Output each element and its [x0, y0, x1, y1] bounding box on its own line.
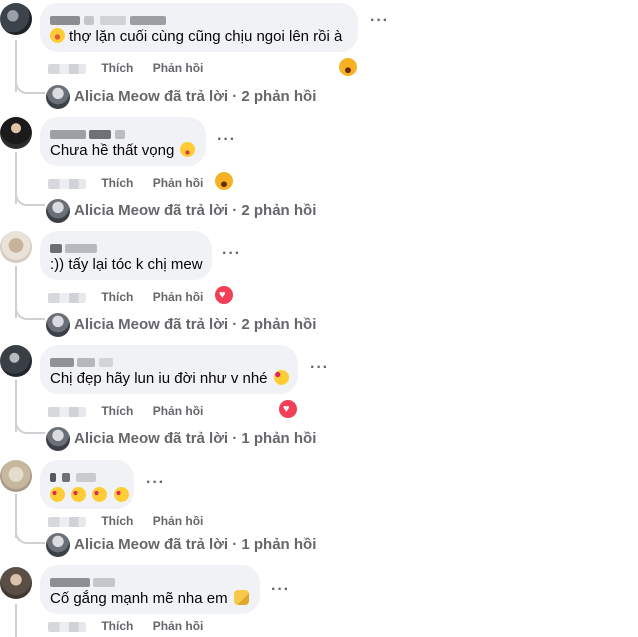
- thread-connector: [15, 304, 45, 320]
- more-options-icon[interactable]: ···: [222, 245, 241, 263]
- comment-actions: Thích Phản hồi: [48, 404, 203, 418]
- more-options-icon[interactable]: ···: [146, 474, 165, 492]
- reply-button[interactable]: Phản hồi: [153, 514, 204, 528]
- comment-text: :)) tấy lại tóc k chị mew: [50, 256, 203, 273]
- avatar[interactable]: [0, 460, 32, 492]
- author-name-blurred[interactable]: [50, 126, 194, 140]
- timestamp-blurred[interactable]: [48, 516, 86, 527]
- avatar[interactable]: [0, 567, 32, 599]
- thread-connector: [15, 528, 45, 544]
- timestamp-blurred[interactable]: [48, 178, 86, 189]
- flexed-biceps-emoji: [233, 590, 249, 605]
- timestamp-blurred[interactable]: [48, 406, 86, 417]
- love-reaction-icon[interactable]: ♥: [215, 286, 233, 304]
- like-button[interactable]: Thích: [101, 290, 133, 304]
- heart-eyes-emoji: [113, 487, 129, 502]
- like-button[interactable]: Thích: [101, 514, 133, 528]
- more-options-icon[interactable]: ···: [370, 12, 389, 30]
- emoji-row: [50, 486, 129, 506]
- comment-bubble: thợ lặn cuối cùng cũng chịu ngoi lên rồi…: [40, 3, 358, 52]
- timestamp-blurred[interactable]: [48, 621, 86, 632]
- like-button[interactable]: Thích: [101, 61, 133, 75]
- thread-connector: [15, 78, 45, 94]
- comment-bubble: :)) tấy lại tóc k chị mew: [40, 231, 212, 280]
- smiling-hearts-emoji: [273, 370, 289, 385]
- comment-bubble: Cố gắng mạnh mẽ nha em: [40, 565, 260, 614]
- author-name-blurred[interactable]: [50, 240, 200, 254]
- comment-bubble: Chị đẹp hãy lun iu đời như v nhé: [40, 345, 298, 394]
- author-name-blurred[interactable]: [50, 12, 346, 26]
- author-name-blurred[interactable]: [50, 469, 122, 483]
- reply-button[interactable]: Phản hồi: [153, 619, 204, 633]
- more-options-icon[interactable]: ···: [271, 581, 290, 599]
- replier-avatar: [46, 313, 70, 337]
- comment-actions: Thích Phản hồi: [48, 619, 203, 633]
- avatar[interactable]: [0, 117, 32, 149]
- reply-button[interactable]: Phản hồi: [153, 290, 204, 304]
- replier-avatar: [46, 85, 70, 109]
- reply-button[interactable]: Phản hồi: [153, 61, 204, 75]
- replier-avatar: [46, 533, 70, 557]
- thread-line: [15, 604, 17, 637]
- comment-actions: Thích Phản hồi: [48, 61, 203, 75]
- avatar[interactable]: [0, 3, 32, 35]
- like-button[interactable]: Thích: [101, 404, 133, 418]
- comment-actions: Thích Phản hồi: [48, 176, 203, 190]
- replier-avatar: [46, 427, 70, 451]
- like-button[interactable]: Thích: [101, 176, 133, 190]
- more-options-icon[interactable]: ···: [310, 359, 329, 377]
- thread-connector: [15, 190, 45, 206]
- love-reaction-icon[interactable]: ♥: [279, 400, 297, 418]
- timestamp-blurred[interactable]: [48, 63, 86, 74]
- haha-reaction-icon[interactable]: [215, 172, 233, 190]
- comment-text: Chị đẹp hãy lun iu đời như v nhé: [50, 369, 289, 389]
- comment-bubble: Chưa hề thất vọng: [40, 117, 206, 166]
- heart-eyes-emoji: [71, 487, 87, 502]
- flushed-emoji: [180, 142, 196, 157]
- timestamp-blurred[interactable]: [48, 292, 86, 303]
- comment-text: Chưa hề thất vọng: [50, 141, 196, 161]
- author-name-blurred[interactable]: [50, 354, 286, 368]
- comment-bubble: [40, 460, 134, 509]
- comment-actions: Thích Phản hồi: [48, 514, 203, 528]
- reply-button[interactable]: Phản hồi: [153, 404, 204, 418]
- avatar[interactable]: [0, 231, 32, 263]
- more-options-icon[interactable]: ···: [217, 131, 236, 149]
- comment-text: Cố gắng mạnh mẽ nha em: [50, 589, 249, 609]
- heart-eyes-emoji: [92, 487, 108, 502]
- thread-connector: [15, 418, 45, 434]
- reply-button[interactable]: Phản hồi: [153, 176, 204, 190]
- like-button[interactable]: Thích: [101, 619, 133, 633]
- rofl-emoji: [50, 28, 65, 43]
- author-name-blurred[interactable]: [50, 574, 248, 588]
- haha-reaction-icon[interactable]: [339, 58, 357, 76]
- comment-actions: Thích Phản hồi: [48, 290, 203, 304]
- heart-eyes-emoji: [50, 487, 65, 502]
- avatar[interactable]: [0, 345, 32, 377]
- replier-avatar: [46, 199, 70, 223]
- comment-text: thợ lặn cuối cùng cũng chịu ngoi lên rồi…: [50, 27, 346, 47]
